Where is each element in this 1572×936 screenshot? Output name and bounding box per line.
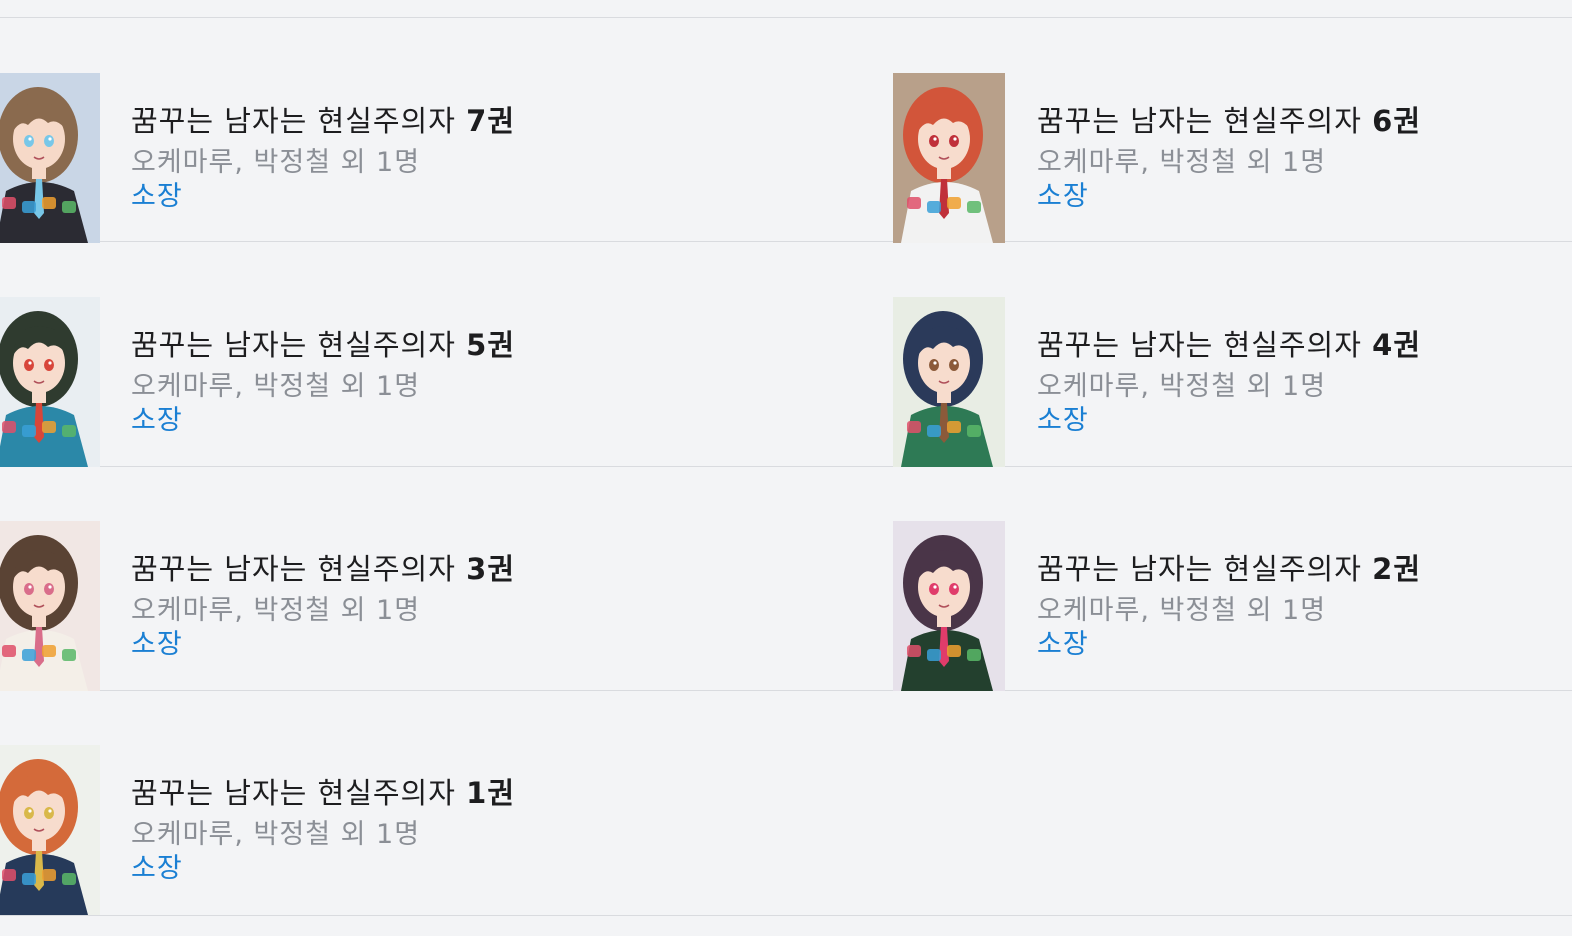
book-title[interactable]: 꿈꾸는 남자는 현실주의자 5권 — [131, 325, 515, 365]
divider — [0, 17, 1572, 18]
book-author: 오케마루, 박정철 외 1명 — [1037, 147, 1327, 178]
book-cover[interactable] — [893, 521, 1005, 691]
book-cover[interactable] — [893, 297, 1005, 467]
book-title[interactable]: 꿈꾸는 남자는 현실주의자 3권 — [131, 549, 515, 589]
book-author: 오케마루, 박정철 외 1명 — [131, 595, 421, 626]
book-volume: 3권 — [466, 552, 515, 586]
book-volume: 6권 — [1372, 104, 1421, 138]
book-author: 오케마루, 박정철 외 1명 — [1037, 371, 1327, 402]
book-title[interactable]: 꿈꾸는 남자는 현실주의자 6권 — [1037, 101, 1421, 141]
book-item[interactable]: 꿈꾸는 남자는 현실주의자 6권 오케마루, 박정철 외 1명 소장 — [893, 73, 1572, 243]
ownership-status: 소장 — [131, 181, 183, 212]
book-item[interactable]: 꿈꾸는 남자는 현실주의자 1권 오케마루, 박정철 외 1명 소장 — [0, 745, 700, 915]
book-cover[interactable] — [0, 745, 100, 915]
book-item[interactable]: 꿈꾸는 남자는 현실주의자 3권 오케마루, 박정철 외 1명 소장 — [0, 521, 700, 691]
book-title[interactable]: 꿈꾸는 남자는 현실주의자 2권 — [1037, 549, 1421, 589]
book-author: 오케마루, 박정철 외 1명 — [1037, 595, 1327, 626]
book-cover[interactable] — [893, 73, 1005, 243]
book-title[interactable]: 꿈꾸는 남자는 현실주의자 1권 — [131, 773, 515, 813]
book-item[interactable]: 꿈꾸는 남자는 현실주의자 4권 오케마루, 박정철 외 1명 소장 — [893, 297, 1572, 467]
book-volume: 7권 — [466, 104, 515, 138]
ownership-status: 소장 — [1037, 629, 1089, 660]
book-item[interactable]: 꿈꾸는 남자는 현실주의자 2권 오케마루, 박정철 외 1명 소장 — [893, 521, 1572, 691]
ownership-status: 소장 — [1037, 181, 1089, 212]
book-item[interactable]: 꿈꾸는 남자는 현실주의자 7권 오케마루, 박정철 외 1명 소장 — [0, 73, 700, 243]
book-volume: 2권 — [1372, 552, 1421, 586]
ownership-status: 소장 — [1037, 405, 1089, 436]
ownership-status: 소장 — [131, 629, 183, 660]
book-title[interactable]: 꿈꾸는 남자는 현실주의자 4권 — [1037, 325, 1421, 365]
book-cover[interactable] — [0, 521, 100, 691]
book-cover[interactable] — [0, 297, 100, 467]
book-cover[interactable] — [0, 73, 100, 243]
divider — [0, 915, 1572, 916]
book-item[interactable]: 꿈꾸는 남자는 현실주의자 5권 오케마루, 박정철 외 1명 소장 — [0, 297, 700, 467]
book-title[interactable]: 꿈꾸는 남자는 현실주의자 7권 — [131, 101, 515, 141]
book-author: 오케마루, 박정철 외 1명 — [131, 371, 421, 402]
ownership-status: 소장 — [131, 405, 183, 436]
book-volume: 1권 — [466, 776, 515, 810]
book-author: 오케마루, 박정철 외 1명 — [131, 147, 421, 178]
book-volume: 5권 — [466, 328, 515, 362]
ownership-status: 소장 — [131, 853, 183, 884]
book-author: 오케마루, 박정철 외 1명 — [131, 819, 421, 850]
book-volume: 4권 — [1372, 328, 1421, 362]
